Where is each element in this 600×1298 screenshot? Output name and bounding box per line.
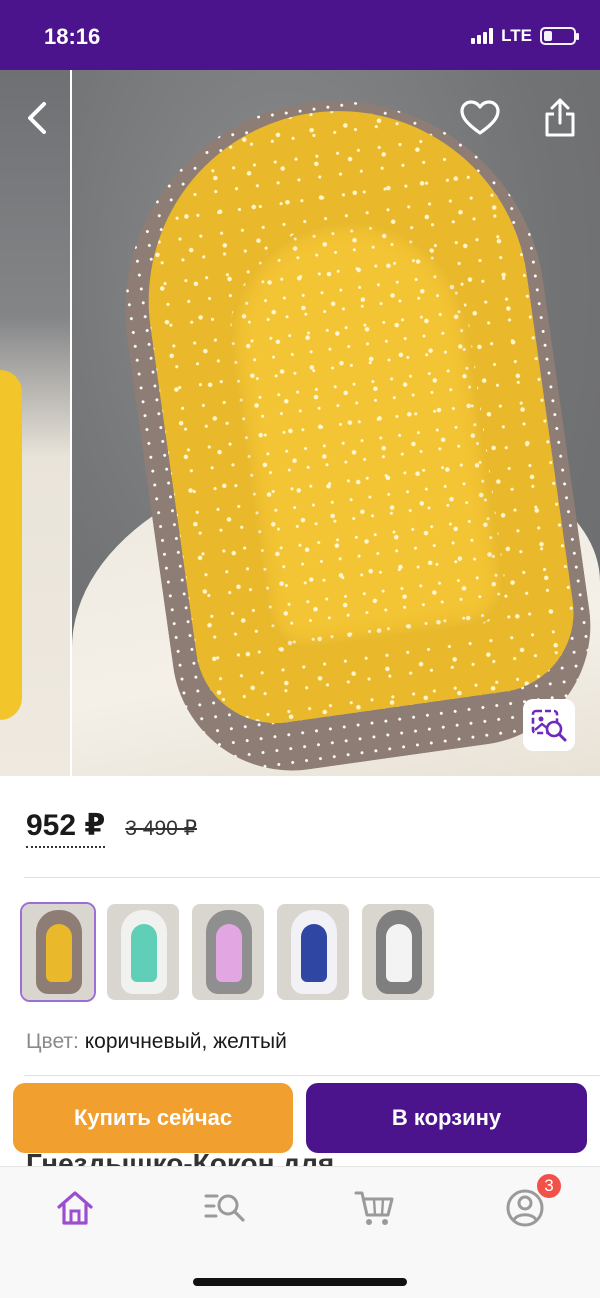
current-price[interactable]: 952 ₽	[26, 808, 106, 848]
status-indicators: LTE	[471, 26, 579, 46]
variant-thumbnails	[20, 902, 434, 1002]
variant-thumbnail-pink-grey[interactable]	[192, 904, 264, 1000]
tab-cart[interactable]	[345, 1183, 405, 1233]
thumbnail-nest-inner	[386, 924, 412, 982]
product-image-gallery[interactable]	[0, 70, 600, 776]
share-icon	[545, 98, 575, 137]
status-bar: 18:16 LTE	[0, 0, 600, 70]
tab-catalog[interactable]	[195, 1183, 255, 1233]
chevron-left-icon	[28, 102, 46, 134]
color-label: Цвет:	[26, 1030, 79, 1053]
thumbnail-nest-inner	[131, 924, 157, 982]
signal-icon	[471, 28, 494, 44]
image-search-button[interactable]	[523, 699, 575, 751]
home-icon	[57, 1191, 93, 1225]
status-time: 18:16	[44, 24, 101, 49]
home-indicator[interactable]	[193, 1278, 407, 1286]
thumbnail-nest-inner	[301, 924, 327, 982]
add-to-cart-button[interactable]: В корзину	[306, 1083, 587, 1153]
color-row: Цвет: коричневый, желтый	[26, 1030, 287, 1054]
profile-badge: 3	[535, 1172, 563, 1200]
thumbnail-nest-inner	[46, 924, 72, 982]
product-title: Гнездышко-Кокон для	[26, 1152, 586, 1166]
divider	[24, 1075, 600, 1076]
price-row: 952 ₽ 3 490 ₽	[26, 808, 197, 848]
variant-thumbnail-grey-white[interactable]	[362, 904, 434, 1000]
share-button[interactable]	[536, 94, 584, 142]
heart-icon	[460, 100, 500, 135]
old-price: 3 490 ₽	[125, 817, 198, 840]
tab-home[interactable]	[45, 1183, 105, 1233]
favorite-button[interactable]	[456, 94, 504, 142]
product-image[interactable]	[72, 70, 600, 776]
battery-icon	[540, 27, 579, 45]
color-value: коричневый, желтый	[84, 1030, 287, 1053]
variant-thumbnail-brown-yellow[interactable]	[20, 902, 96, 1002]
variant-thumbnail-mint-white[interactable]	[107, 904, 179, 1000]
divider	[24, 877, 600, 878]
previous-image-peek[interactable]	[0, 70, 70, 776]
variant-thumbnail-blue-white[interactable]	[277, 904, 349, 1000]
network-label: LTE	[501, 26, 532, 45]
cart-icon	[354, 1191, 394, 1225]
thumbnail-nest-inner	[216, 924, 242, 982]
catalog-search-icon	[204, 1194, 245, 1222]
back-button[interactable]	[14, 94, 62, 142]
image-search-icon	[531, 709, 567, 742]
buy-now-button[interactable]: Купить сейчас	[13, 1083, 293, 1153]
